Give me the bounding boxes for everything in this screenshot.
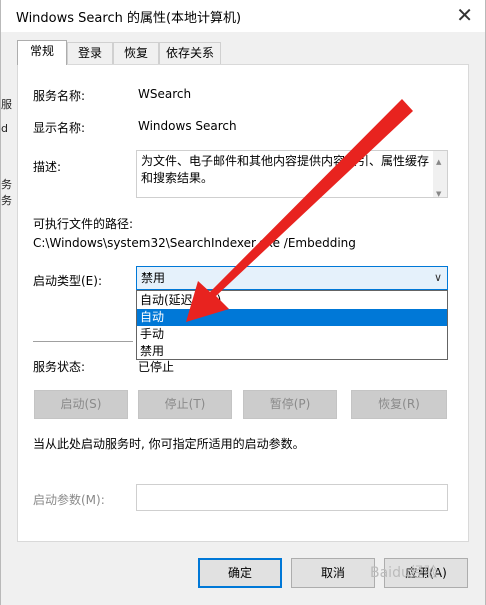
pause-button[interactable]: 暂停(P) bbox=[243, 390, 337, 419]
divider bbox=[33, 341, 133, 342]
display-name-value: Windows Search bbox=[138, 119, 237, 133]
description-label: 描述: bbox=[33, 160, 62, 174]
path-label: 可执行文件的路径: bbox=[33, 217, 134, 231]
stop-button[interactable]: 停止(T) bbox=[138, 390, 232, 419]
startup-type-select[interactable]: 禁用 ∨ bbox=[136, 266, 448, 290]
display-name-label: 显示名称: bbox=[33, 121, 86, 135]
start-button[interactable]: 启动(S) bbox=[34, 390, 128, 419]
background-window-fragment: 服 d 务 务 bbox=[1, 32, 12, 605]
ok-button[interactable]: 确定 bbox=[198, 558, 282, 588]
background-text: 服 bbox=[1, 98, 12, 111]
start-params-input[interactable] bbox=[136, 484, 448, 511]
description-scrollbar[interactable]: ▲ ▼ bbox=[433, 151, 447, 198]
service-name-label: 服务名称: bbox=[33, 89, 86, 103]
scroll-up-icon[interactable]: ▲ bbox=[436, 154, 441, 171]
start-params-label: 启动参数(M): bbox=[33, 493, 105, 507]
description-field[interactable]: 为文件、电子邮件和其他内容提供内容索引、属性缓存和搜索结果。 ▲ ▼ bbox=[136, 150, 448, 198]
start-params-hint: 当从此处启动服务时, 你可指定所适用的启动参数。 bbox=[33, 437, 305, 451]
resume-button[interactable]: 恢复(R) bbox=[351, 390, 447, 419]
service-name-value: WSearch bbox=[138, 87, 192, 101]
background-text: 务 bbox=[1, 178, 12, 191]
scroll-down-icon[interactable]: ▼ bbox=[436, 186, 441, 203]
properties-dialog: Windows Search 的属性(本地计算机) ✕ 服 d 务 务 常规 登… bbox=[0, 0, 486, 605]
startup-type-selected: 禁用 bbox=[141, 271, 166, 285]
chevron-down-icon[interactable]: ∨ bbox=[434, 267, 442, 289]
close-icon[interactable]: ✕ bbox=[456, 4, 473, 26]
tab-dependencies[interactable]: 依存关系 bbox=[159, 42, 221, 64]
service-status-value: 已停止 bbox=[138, 360, 175, 374]
tab-recovery[interactable]: 恢复 bbox=[113, 42, 159, 64]
startup-option-disabled[interactable]: 禁用 bbox=[137, 343, 447, 360]
background-text: 务 bbox=[1, 194, 12, 207]
tab-general[interactable]: 常规 bbox=[17, 40, 67, 65]
startup-option-auto-delayed[interactable]: 自动(延迟启动) bbox=[137, 292, 447, 309]
description-text: 为文件、电子邮件和其他内容提供内容索引、属性缓存和搜索结果。 bbox=[141, 154, 430, 185]
service-status-label: 服务状态: bbox=[33, 360, 86, 374]
startup-type-label: 启动类型(E): bbox=[33, 274, 102, 288]
path-value: C:\Windows\system32\SearchIndexer.exe /E… bbox=[33, 236, 356, 250]
startup-option-auto[interactable]: 自动 bbox=[137, 309, 447, 326]
cancel-button[interactable]: 取消 bbox=[291, 558, 375, 588]
watermark: Baidu经验 bbox=[370, 565, 438, 581]
startup-type-dropdown[interactable]: 自动(延迟启动) 自动 手动 禁用 bbox=[136, 290, 448, 360]
background-text: d bbox=[1, 122, 8, 135]
window-title: Windows Search 的属性(本地计算机) bbox=[16, 11, 242, 26]
startup-option-manual[interactable]: 手动 bbox=[137, 326, 447, 343]
title-bar: Windows Search 的属性(本地计算机) ✕ bbox=[1, 0, 485, 32]
tab-logon[interactable]: 登录 bbox=[67, 42, 113, 64]
